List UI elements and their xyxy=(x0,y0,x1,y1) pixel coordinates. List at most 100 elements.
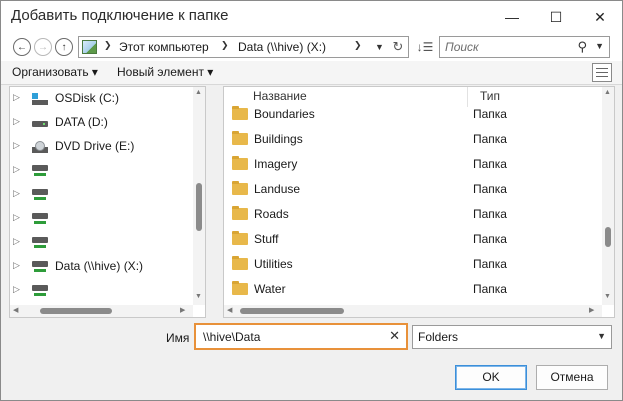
tree-item-label: DATA (D:) xyxy=(55,115,108,129)
search-history-chevron-icon[interactable]: ▼ xyxy=(595,41,604,51)
scroll-left-arrow-icon[interactable]: ◀ xyxy=(227,306,232,314)
name-field[interactable]: \\hive\Data ✕ xyxy=(194,323,408,350)
item-name: Boundaries xyxy=(254,107,315,121)
item-name: Buildings xyxy=(254,132,303,146)
organize-menu[interactable]: Организовать ▾ xyxy=(12,65,98,79)
list-item[interactable]: Roads Папка xyxy=(224,202,602,227)
address-dropdown-icon[interactable]: ▼ xyxy=(375,42,384,52)
minimize-button[interactable]: — xyxy=(490,1,534,33)
list-item[interactable]: Landuse Папка xyxy=(224,177,602,202)
scroll-left-arrow-icon[interactable]: ◀ xyxy=(13,306,18,314)
scroll-right-arrow-icon[interactable]: ▶ xyxy=(589,306,594,314)
add-folder-connection-dialog: Добавить подключение к папке — ☐ ✕ ← → ↑… xyxy=(0,0,623,401)
tree-item[interactable]: ▷ xyxy=(10,279,195,303)
item-name: Landuse xyxy=(254,182,301,196)
scroll-down-arrow-icon[interactable]: ▼ xyxy=(195,293,202,300)
scrollbar-thumb[interactable] xyxy=(196,183,202,231)
expand-arrow-icon[interactable]: ▷ xyxy=(13,140,20,151)
chevron-down-icon[interactable]: ▼ xyxy=(597,331,606,341)
windows-drive-icon xyxy=(32,93,48,105)
forward-button[interactable]: → xyxy=(34,38,52,56)
address-bar[interactable]: ❯ Этот компьютер ❯ Data (\\hive) (X:) ❯ … xyxy=(78,36,409,58)
item-type: Папка xyxy=(473,182,507,196)
list-item[interactable]: Boundaries Папка xyxy=(224,102,602,127)
item-type: Папка xyxy=(473,282,507,296)
forward-arrow-icon: → xyxy=(38,41,48,53)
item-type: Папка xyxy=(473,257,507,271)
item-name: Water xyxy=(254,282,286,296)
new-item-menu[interactable]: Новый элемент ▾ xyxy=(117,65,213,79)
tree-item[interactable]: ▷ Data (\\hive) (X:) xyxy=(10,255,195,279)
breadcrumb-data-drive[interactable]: Data (\\hive) (X:) xyxy=(238,40,326,54)
close-button[interactable]: ✕ xyxy=(578,1,622,33)
list-vertical-scrollbar[interactable]: ▲ ▼ xyxy=(602,87,614,305)
layout-icon[interactable] xyxy=(592,63,612,82)
list-item[interactable]: Stuff Папка xyxy=(224,227,602,252)
maximize-button[interactable]: ☐ xyxy=(534,1,578,33)
ok-button[interactable]: OK xyxy=(455,365,527,390)
title-bar: Добавить подключение к папке — ☐ ✕ xyxy=(1,1,622,33)
list-item[interactable]: Water Папка xyxy=(224,277,602,302)
breadcrumb-chevron-icon[interactable]: ❯ xyxy=(354,40,362,51)
search-box[interactable]: Поиск ⚲ ▼ xyxy=(439,36,610,58)
filter-select[interactable]: Folders ▼ xyxy=(412,325,612,349)
window-title: Добавить подключение к папке xyxy=(11,7,229,24)
scrollbar-thumb[interactable] xyxy=(605,227,611,247)
item-type: Папка xyxy=(473,232,507,246)
command-bar: Организовать ▾ Новый элемент ▾ xyxy=(1,61,622,85)
list-item[interactable]: Utilities Папка xyxy=(224,252,602,277)
breadcrumb-chevron-icon[interactable]: ❯ xyxy=(221,40,229,51)
scroll-down-arrow-icon[interactable]: ▼ xyxy=(604,293,611,300)
network-drive-icon xyxy=(32,189,48,201)
expand-arrow-icon[interactable]: ▷ xyxy=(13,212,20,223)
expand-arrow-icon[interactable]: ▷ xyxy=(13,284,20,295)
folder-icon xyxy=(232,156,248,170)
tree-item[interactable]: ▷ OSDisk (C:) xyxy=(10,87,195,111)
item-name: Stuff xyxy=(254,232,279,246)
scroll-right-arrow-icon[interactable]: ▶ xyxy=(180,306,185,314)
tree-horizontal-scrollbar[interactable]: ◀ ▶ xyxy=(10,305,193,317)
cancel-button[interactable]: Отмена xyxy=(536,365,608,390)
list-item[interactable]: Buildings Папка xyxy=(224,127,602,152)
tree-item-label: OSDisk (C:) xyxy=(55,91,119,105)
tree-item[interactable]: ▷ xyxy=(10,207,195,231)
expand-arrow-icon[interactable]: ▷ xyxy=(13,260,20,271)
navigation-tree: ▷ OSDisk (C:) ▷ DATA (D:) ▷ DVD Drive (E… xyxy=(9,86,206,318)
list-item[interactable]: Imagery Папка xyxy=(224,152,602,177)
scrollbar-thumb[interactable] xyxy=(40,308,112,314)
folder-icon xyxy=(232,281,248,295)
expand-arrow-icon[interactable]: ▷ xyxy=(13,236,20,247)
tree-item[interactable]: ▷ xyxy=(10,159,195,183)
search-input[interactable]: Поиск xyxy=(445,40,479,54)
dvd-drive-icon xyxy=(32,141,48,153)
refresh-icon[interactable]: ↻ xyxy=(390,39,406,55)
expand-arrow-icon[interactable]: ▷ xyxy=(13,116,20,127)
breadcrumb-chevron-icon[interactable]: ❯ xyxy=(104,40,112,51)
tree-item[interactable]: ▷ DATA (D:) xyxy=(10,111,195,135)
tree-item[interactable]: ▷ DVD Drive (E:) xyxy=(10,135,195,159)
breadcrumb-this-pc[interactable]: Этот компьютер xyxy=(119,40,209,54)
list-horizontal-scrollbar[interactable]: ◀ ▶ xyxy=(224,305,602,317)
tree-vertical-scrollbar[interactable]: ▲ ▼ xyxy=(193,87,205,305)
scrollbar-thumb[interactable] xyxy=(240,308,344,314)
back-button[interactable]: ← xyxy=(13,38,31,56)
sort-icon[interactable]: ↓☰ xyxy=(414,36,436,58)
expand-arrow-icon[interactable]: ▷ xyxy=(13,164,20,175)
tree-item-label: Data (\\hive) (X:) xyxy=(55,259,144,273)
network-drive-icon xyxy=(32,261,48,273)
scroll-up-arrow-icon[interactable]: ▲ xyxy=(604,89,611,96)
scroll-up-arrow-icon[interactable]: ▲ xyxy=(195,89,202,96)
tree-item[interactable]: ▷ xyxy=(10,231,195,255)
folder-icon xyxy=(232,256,248,270)
clear-icon[interactable]: ✕ xyxy=(389,328,400,344)
expand-arrow-icon[interactable]: ▷ xyxy=(13,92,20,103)
maximize-icon: ☐ xyxy=(549,8,563,25)
expand-arrow-icon[interactable]: ▷ xyxy=(13,188,20,199)
tree-item[interactable]: ▷ xyxy=(10,183,195,207)
up-button[interactable]: ↑ xyxy=(55,38,73,56)
item-type: Папка xyxy=(473,107,507,121)
file-list: Название Тип Boundaries Папка Buildings … xyxy=(223,86,615,318)
folder-icon xyxy=(232,106,248,120)
search-icon[interactable]: ⚲ xyxy=(577,39,587,55)
name-field-value[interactable]: \\hive\Data xyxy=(203,330,260,344)
